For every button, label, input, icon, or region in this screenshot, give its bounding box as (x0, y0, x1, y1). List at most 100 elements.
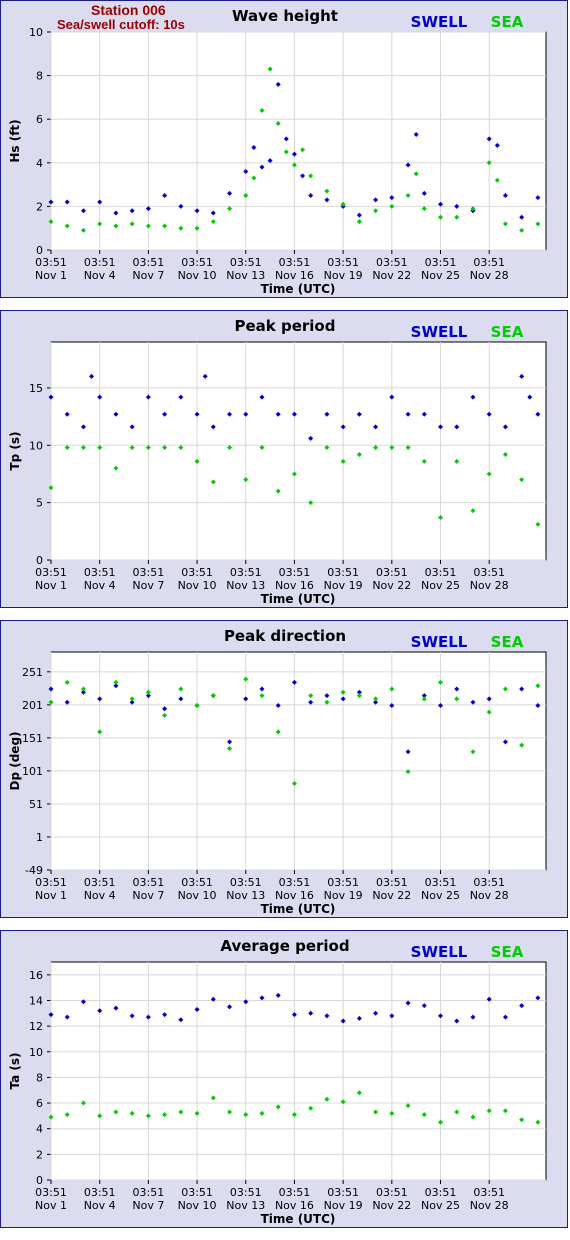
x-tick-time-label: 03:51 (327, 876, 359, 889)
plot-area (50, 31, 547, 251)
x-tick-date-label: Nov 22 (372, 269, 411, 282)
x-tick-date-label: Nov 1 (35, 579, 67, 592)
y-tick-label: 201 (22, 699, 43, 712)
y-tick-label: 5 (36, 497, 43, 510)
x-tick-time-label: 03:51 (376, 876, 408, 889)
x-tick-time-label: 03:51 (376, 1186, 408, 1199)
x-tick-date-label: Nov 16 (275, 269, 314, 282)
x-tick-date-label: Nov 19 (324, 269, 363, 282)
x-tick-date-label: Nov 13 (226, 889, 265, 902)
x-tick-date-label: Nov 16 (275, 579, 314, 592)
y-tick-label: 1 (36, 831, 43, 844)
x-tick-date-label: Nov 10 (178, 889, 217, 902)
y-tick-label: 4 (36, 157, 43, 170)
x-tick-time-label: 03:51 (133, 876, 165, 889)
x-tick-time-label: 03:51 (279, 1186, 311, 1199)
x-tick-time-label: 03:51 (133, 256, 165, 269)
x-tick-date-label: Nov 7 (132, 579, 164, 592)
x-tick-time-label: 03:51 (35, 876, 67, 889)
y-tick-label: 8 (36, 70, 43, 83)
x-tick-time-label: 03:51 (327, 256, 359, 269)
x-tick-date-label: Nov 4 (84, 1199, 116, 1212)
x-tick-date-label: Nov 25 (421, 1199, 460, 1212)
y-tick-label: 10 (29, 1046, 43, 1059)
x-tick-time-label: 03:51 (376, 566, 408, 579)
chart-title: Average period (220, 937, 349, 955)
cutoff-label: Sea/swell cutoff: 10s (57, 17, 185, 32)
chart-panel-wave-height: 0 2 4 6 8 10 03:51 Nov 1 03:51 Nov 4 03:51 Nov 7 03:… (0, 0, 568, 298)
legend-sea: SEA (491, 943, 524, 961)
y-tick-label: 16 (29, 969, 43, 982)
legend-swell: SWELL (411, 633, 468, 651)
chart-average-period: 024681012141603:51Nov 103:51Nov 403:51No… (8, 937, 547, 1226)
y-axis-label: Dp (deg) (8, 731, 22, 790)
y-tick-label: 251 (22, 666, 43, 679)
x-tick-time-label: 03:51 (425, 566, 457, 579)
x-tick-time-label: 03:51 (181, 876, 213, 889)
x-tick-date-label: Nov 10 (178, 579, 217, 592)
x-tick-date-label: Nov 19 (324, 1199, 363, 1212)
x-tick-date-label: Nov 13 (226, 269, 265, 282)
chart-title: Peak period (235, 317, 336, 335)
legend-sea: SEA (491, 13, 524, 31)
x-tick-date-label: Nov 4 (84, 889, 116, 902)
station-label: Station 006 (91, 2, 166, 18)
x-tick-date-label: Nov 1 (35, 889, 67, 902)
x-tick-time-label: 03:51 (327, 566, 359, 579)
x-tick-time-label: 03:51 (133, 566, 165, 579)
plot-area (50, 341, 547, 561)
x-tick-time-label: 03:51 (84, 1186, 116, 1199)
chart-wave-height: 024681003:51Nov 103:51Nov 403:51Nov 703:… (8, 7, 547, 296)
x-tick-date-label: Nov 25 (421, 269, 460, 282)
x-tick-time-label: 03:51 (35, 1186, 67, 1199)
x-tick-time-label: 03:51 (473, 566, 505, 579)
y-tick-label: 2 (36, 200, 43, 213)
chart-panel-average-period: 0 2 4 6 8 10 12 14 16 03:51 Nov 1 03:51 Nov 4 03:51 No… (0, 930, 568, 1228)
x-tick-time-label: 03:51 (230, 876, 262, 889)
x-tick-time-label: 03:51 (84, 876, 116, 889)
chart-peak-period: 05101503:51Nov 103:51Nov 403:51Nov 703:5… (8, 317, 547, 606)
x-tick-date-label: Nov 25 (421, 579, 460, 592)
x-tick-date-label: Nov 13 (226, 1199, 265, 1212)
x-tick-date-label: Nov 7 (132, 889, 164, 902)
y-tick-label: 10 (29, 439, 43, 452)
x-tick-time-label: 03:51 (425, 876, 457, 889)
x-tick-date-label: Nov 4 (84, 269, 116, 282)
y-axis-label: Ta (s) (8, 1052, 22, 1089)
x-tick-date-label: Nov 25 (421, 889, 460, 902)
x-tick-date-label: Nov 28 (470, 269, 509, 282)
x-tick-time-label: 03:51 (181, 256, 213, 269)
x-tick-date-label: Nov 7 (132, 1199, 164, 1212)
x-tick-time-label: 03:51 (279, 876, 311, 889)
x-tick-time-label: 03:51 (425, 256, 457, 269)
chart-title: Wave height (232, 7, 338, 25)
chart-panel-peak-period: 0 5 10 15 03:51 Nov 1 03:51 Nov 4 03:51 Nov 7 03:5… (0, 310, 568, 608)
x-tick-time-label: 03:51 (376, 256, 408, 269)
x-tick-date-label: Nov 13 (226, 579, 265, 592)
x-tick-date-label: Nov 10 (178, 269, 217, 282)
x-tick-time-label: 03:51 (473, 1186, 505, 1199)
y-tick-label: 6 (36, 1097, 43, 1110)
x-tick-date-label: Nov 1 (35, 269, 67, 282)
y-tick-label: 4 (36, 1123, 43, 1136)
x-tick-time-label: 03:51 (230, 256, 262, 269)
x-tick-time-label: 03:51 (279, 256, 311, 269)
y-tick-label: 8 (36, 1071, 43, 1084)
y-tick-label: 151 (22, 732, 43, 745)
y-tick-label: 101 (22, 765, 43, 778)
x-tick-time-label: 03:51 (230, 566, 262, 579)
x-tick-time-label: 03:51 (473, 876, 505, 889)
x-tick-date-label: Nov 1 (35, 1199, 67, 1212)
x-tick-date-label: Nov 22 (372, 1199, 411, 1212)
x-tick-date-label: Nov 28 (470, 579, 509, 592)
x-tick-date-label: Nov 22 (372, 889, 411, 902)
x-tick-time-label: 03:51 (473, 256, 505, 269)
chart-panel-peak-direction: -49 1 51 101 151 201 251 03:51 Nov 1 03:51 Nov 4 03… (0, 620, 568, 918)
x-tick-time-label: 03:51 (181, 566, 213, 579)
x-axis-label: Time (UTC) (261, 1212, 336, 1226)
x-tick-date-label: Nov 16 (275, 889, 314, 902)
legend-swell: SWELL (411, 13, 468, 31)
x-tick-time-label: 03:51 (181, 1186, 213, 1199)
x-tick-time-label: 03:51 (35, 256, 67, 269)
y-tick-label: 51 (29, 798, 43, 811)
